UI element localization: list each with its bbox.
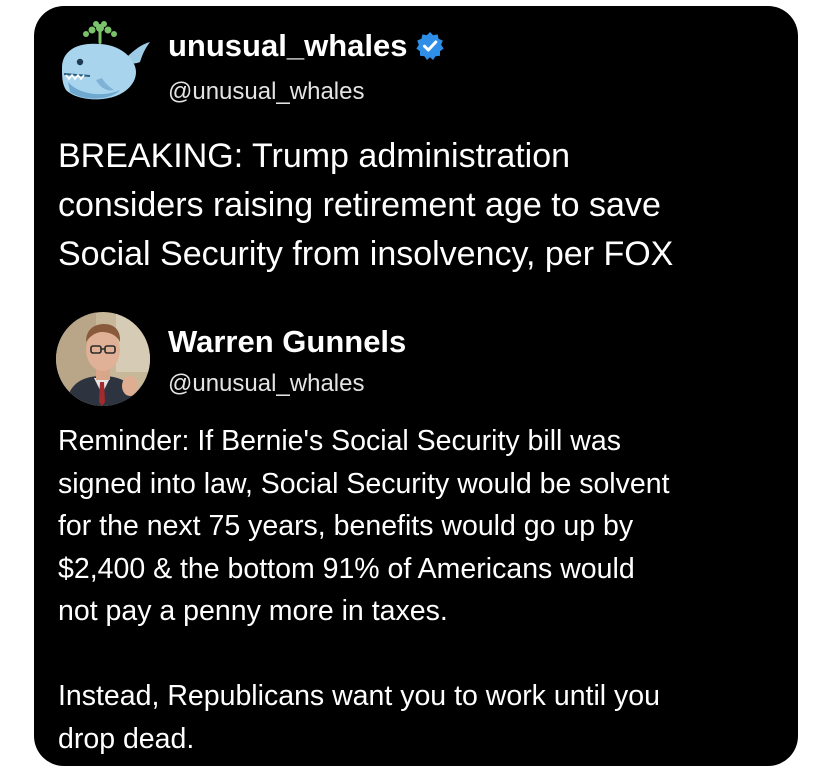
tweet-text: BREAKING: Trump administration considers…	[58, 137, 674, 273]
quoted-text: Reminder: If Bernie's Social Security bi…	[58, 425, 670, 755]
quoted-avatar[interactable]	[56, 312, 150, 406]
quoted-display-name[interactable]: Warren Gunnels	[168, 324, 406, 360]
display-name[interactable]: unusual_whales	[168, 28, 445, 64]
display-name-text: unusual_whales	[168, 28, 408, 63]
quoted-handle[interactable]: @unusual_whales	[168, 370, 365, 398]
whale-icon	[62, 21, 150, 100]
handle[interactable]: @unusual_whales	[168, 78, 365, 106]
profile-photo	[56, 312, 150, 406]
avatar[interactable]	[56, 20, 152, 106]
verified-badge-icon	[416, 31, 445, 60]
tweet-card: unusual_whales @unusual_whales BREAKING:…	[34, 6, 798, 766]
